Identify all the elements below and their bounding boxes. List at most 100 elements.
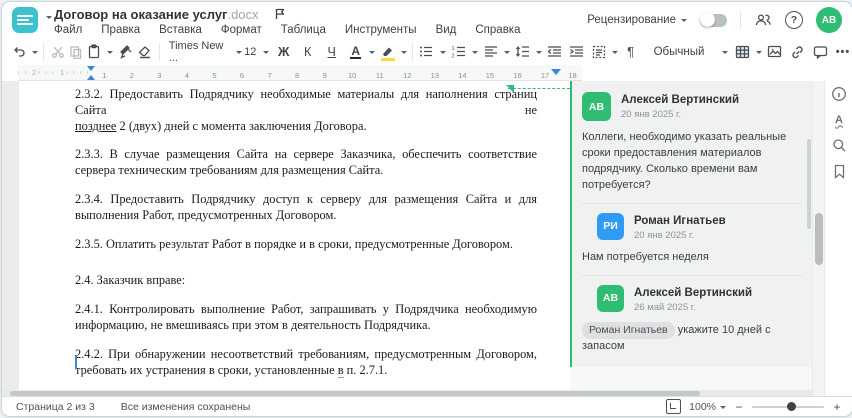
ruler-number: 9 — [310, 68, 339, 80]
scrollbar-thumb[interactable] — [815, 213, 823, 265]
format-painter-icon[interactable] — [118, 42, 136, 62]
horizontal-ruler[interactable]: 2 1 1 2 3 4 5 6 7 8 9 10 11 12 13 14 15 16 17 18 — [18, 65, 582, 81]
zoom-slider-thumb[interactable] — [786, 402, 796, 411]
menu-item[interactable]: Файл — [54, 24, 82, 36]
paragraph-2-3-2[interactable]: 2.3.2. Предоставить Подрядчику необходим… — [75, 87, 537, 134]
ruler-number: 7 — [255, 68, 284, 80]
document-text[interactable]: 2.3.2. Предоставить Подрядчику необходим… — [75, 87, 537, 391]
page-indicator[interactable]: Страница 2 из 3 — [16, 401, 95, 413]
flag-icon[interactable] — [275, 7, 286, 24]
decrease-indent-icon[interactable] — [546, 42, 564, 62]
commented-word[interactable]: позднее — [75, 119, 116, 133]
paragraph-2-4-2[interactable]: 2.4.2. При обнаружении несоответствий тр… — [75, 347, 537, 379]
comment-thread[interactable]: АВ Алексей Вертинский 20 янв 2025 г. Кол… — [570, 81, 812, 367]
undo-dropdown-caret-icon[interactable] — [32, 50, 38, 57]
insert-link-icon[interactable] — [789, 42, 807, 62]
bold-button[interactable]: Ж — [275, 42, 293, 62]
document-page[interactable]: 2.3.2. Предоставить Подрядчику необходим… — [19, 81, 570, 397]
fit-page-icon[interactable] — [666, 399, 682, 414]
zoom-in-button[interactable]: + — [832, 400, 842, 414]
review-toggle[interactable] — [700, 12, 727, 27]
paragraph-2-3-5[interactable]: 2.3.5. Оплатить результат Работ в порядк… — [75, 237, 537, 253]
comment-avatar: РИ — [597, 212, 624, 240]
comments-scrollbar[interactable] — [807, 139, 811, 229]
font-color-button[interactable]: А — [347, 42, 365, 62]
collaborators-icon[interactable] — [754, 11, 772, 29]
font-color-caret-icon[interactable] — [368, 50, 375, 57]
document-extension: .docx — [227, 7, 259, 22]
menu-item[interactable]: Правка — [101, 24, 140, 36]
show-paragraph-marks-button[interactable]: ¶ — [622, 42, 640, 62]
comment-text: Коллеги, необходимо указать реальные сро… — [582, 131, 787, 191]
left-indent-marker[interactable] — [87, 71, 95, 80]
zoom-slider[interactable] — [752, 402, 824, 411]
bullet-list-icon[interactable] — [418, 42, 436, 62]
italic-button[interactable]: К — [299, 42, 317, 62]
font-name-select[interactable]: Times New ... — [165, 40, 242, 64]
zoom-value[interactable]: 100% — [689, 401, 716, 413]
numbered-list-caret-icon[interactable] — [471, 50, 478, 57]
paragraph-shading-caret-icon[interactable] — [611, 50, 618, 57]
insert-table-caret-icon[interactable] — [755, 50, 762, 57]
paragraph-shading-icon[interactable] — [590, 42, 608, 62]
align-caret-icon[interactable] — [503, 50, 510, 57]
ruler-number: 1 — [58, 65, 67, 80]
save-status: Все изменения сохранены — [120, 400, 251, 413]
insert-comment-icon[interactable] — [812, 42, 830, 62]
menu-item[interactable]: Справка — [475, 24, 520, 36]
spellcheck-icon[interactable]: А — [831, 111, 848, 128]
header-right: Рецензирование ? АВ — [587, 2, 842, 38]
undo-icon[interactable] — [10, 42, 28, 62]
logo-dropdown-caret-icon[interactable] — [46, 16, 52, 22]
paste-icon[interactable] — [85, 42, 103, 62]
line-spacing-icon[interactable] — [514, 42, 532, 62]
menu-item[interactable]: Формат — [221, 24, 262, 36]
comment-header: АВ Алексей Вертинский 20 янв 2025 г. — [582, 92, 802, 121]
menu-item[interactable]: Вид — [436, 24, 457, 36]
insert-image-icon[interactable] — [766, 42, 784, 62]
highlight-color-caret-icon[interactable] — [400, 50, 407, 57]
ruler-number: 2 — [118, 68, 146, 80]
paragraph-2-3-4[interactable]: 2.3.4. Предоставить Подрядчику доступ к … — [75, 192, 537, 224]
bookmark-icon[interactable] — [831, 163, 848, 180]
highlight-color-button[interactable] — [379, 42, 397, 62]
menu-bar: Файл Правка Вставка Формат Таблица Инструмент… — [54, 24, 521, 36]
line-spacing-caret-icon[interactable] — [535, 50, 542, 57]
clear-style-icon[interactable] — [136, 42, 154, 62]
comment-author: Алексей Вертинский — [634, 286, 753, 299]
menu-item[interactable]: Вставка — [159, 24, 202, 36]
zoom-caret-icon[interactable] — [720, 405, 726, 412]
paragraph-2-3-3[interactable]: 2.3.3. В случае размещения Сайта на серв… — [75, 147, 537, 179]
info-icon[interactable] — [831, 85, 848, 102]
review-mode-label[interactable]: Рецензирование — [587, 14, 676, 26]
app-logo-icon[interactable] — [12, 7, 38, 33]
zoom-out-button[interactable]: − — [734, 400, 744, 414]
review-dropdown-caret-icon[interactable] — [681, 19, 687, 25]
bullet-list-caret-icon[interactable] — [439, 50, 446, 57]
mention-pill[interactable]: Роман Игнатьев — [582, 321, 675, 339]
right-sidebar: А — [824, 81, 852, 397]
paragraph-style-select[interactable]: Обычный — [646, 42, 728, 62]
increase-indent-icon[interactable] — [568, 42, 586, 62]
help-icon[interactable]: ? — [785, 11, 803, 29]
paste-dropdown-caret-icon[interactable] — [106, 50, 113, 57]
search-icon[interactable] — [831, 137, 848, 154]
more-tools-button[interactable]: ••• — [834, 42, 852, 62]
menu-item[interactable]: Инструменты — [345, 24, 417, 36]
comment-date: 20 янв 2025 г. — [634, 229, 695, 241]
paragraph-2-4-1[interactable]: 2.4.1. Контролировать выполнение Работ, … — [75, 302, 537, 334]
text-cursor — [75, 355, 77, 369]
cut-icon[interactable] — [49, 42, 67, 62]
font-size-select[interactable]: 12 — [242, 42, 269, 62]
numbered-list-icon[interactable]: 12 — [450, 42, 468, 62]
menu-item[interactable]: Таблица — [281, 24, 326, 36]
paragraph-2-4[interactable]: 2.4. Заказчик вправе: — [75, 273, 537, 289]
underline-button[interactable]: Ч — [323, 42, 341, 62]
user-avatar[interactable]: АВ — [816, 7, 842, 33]
ruler-number: 8 — [283, 68, 311, 80]
ruler-number: 6 — [228, 68, 256, 80]
align-left-icon[interactable] — [482, 42, 500, 62]
copy-icon[interactable] — [67, 42, 85, 62]
right-indent-marker[interactable] — [551, 69, 561, 79]
insert-table-icon[interactable] — [734, 42, 752, 62]
